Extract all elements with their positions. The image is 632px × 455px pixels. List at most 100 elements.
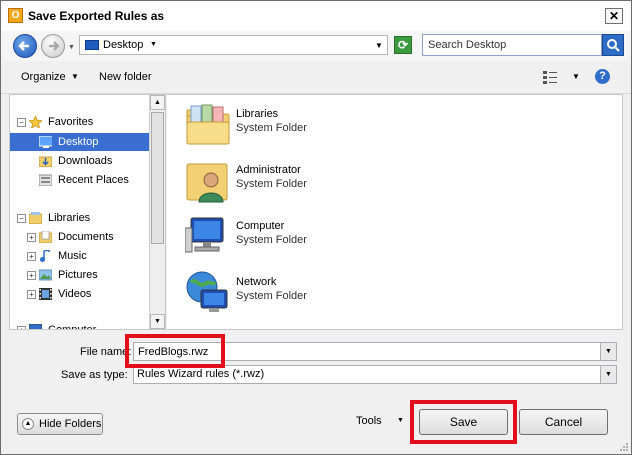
sidebar-item-label: Videos [58, 288, 92, 300]
file-name-label: File name: [80, 346, 132, 358]
save-type-dropdown-icon[interactable]: ▼ [600, 366, 616, 383]
sidebar-item-libraries[interactable]: − Libraries [10, 209, 150, 227]
sidebar-item-label: Recent Places [58, 174, 129, 186]
file-type: System Folder [236, 178, 307, 190]
file-item-libraries[interactable]: Libraries System Folder [185, 102, 385, 152]
desktop-icon [85, 40, 99, 50]
file-type: System Folder [236, 122, 307, 134]
collapse-icon[interactable]: − [17, 118, 26, 127]
expand-icon[interactable]: + [27, 290, 36, 299]
expand-icon[interactable]: + [27, 252, 36, 261]
sidebar-item-label: Libraries [48, 212, 91, 224]
file-name-input[interactable] [138, 345, 598, 359]
file-type: System Folder [236, 290, 307, 302]
scroll-down-icon[interactable]: ▼ [150, 314, 165, 329]
refresh-button[interactable]: ⟳ [394, 36, 412, 54]
hide-folders-button[interactable]: ▲ Hide Folders [17, 413, 103, 435]
back-button[interactable] [13, 34, 37, 58]
expand-icon[interactable]: + [27, 233, 36, 242]
sidebar-item-label: Documents [58, 231, 114, 243]
breadcrumb-arrow-icon[interactable]: ▼ [150, 41, 157, 48]
documents-icon [39, 231, 52, 243]
sidebar-item-recent-places[interactable]: Recent Places [10, 171, 150, 189]
navigation-scrollbar[interactable]: ▲ ▼ [149, 95, 165, 329]
file-item-network[interactable]: Network System Folder [185, 270, 385, 320]
user-folder-icon [186, 163, 228, 203]
save-type-value: Rules Wizard rules (*.rwz) [137, 368, 265, 380]
sidebar-item-videos[interactable]: + Videos [10, 285, 150, 303]
music-icon [40, 250, 50, 262]
star-icon [29, 116, 42, 128]
tools-button[interactable]: Tools [356, 415, 382, 427]
cancel-button[interactable]: Cancel [519, 409, 608, 435]
forward-arrow-icon [49, 41, 60, 51]
close-button[interactable]: ✕ [605, 8, 623, 24]
help-icon[interactable]: ? [595, 69, 610, 84]
pictures-icon [39, 269, 52, 281]
computer-icon [29, 324, 42, 329]
address-dropdown-icon[interactable]: ▼ [375, 41, 383, 50]
sidebar-item-label: Computer [48, 324, 97, 330]
history-dropdown-icon[interactable]: ▼ [68, 44, 75, 51]
organize-button[interactable]: Organize [21, 71, 66, 83]
expand-icon[interactable]: + [27, 271, 36, 280]
sidebar-item-favorites[interactable]: − Favorites [10, 113, 150, 131]
recent-places-icon [39, 174, 52, 186]
scroll-up-icon[interactable]: ▲ [150, 95, 165, 110]
sidebar-item-label: Downloads [58, 155, 113, 167]
file-item-administrator[interactable]: Administrator System Folder [185, 158, 385, 208]
title-bar: O Save Exported Rules as ✕ [1, 1, 631, 31]
network-icon [186, 271, 228, 312]
file-item-computer[interactable]: Computer System Folder [185, 214, 385, 264]
computer-icon [185, 217, 224, 253]
address-location[interactable]: Desktop [103, 39, 143, 51]
back-arrow-icon [18, 41, 29, 51]
sidebar-item-pictures[interactable]: + Pictures [10, 266, 150, 284]
save-dialog: O Save Exported Rules as ✕ ▼ Desktop ▼ ▼… [0, 0, 632, 455]
search-button[interactable] [602, 34, 624, 56]
views-dropdown-icon[interactable]: ▼ [572, 72, 580, 81]
forward-button[interactable] [41, 34, 65, 58]
sidebar-item-label: Favorites [48, 116, 94, 128]
sidebar-item-downloads[interactable]: Downloads [10, 152, 150, 170]
sidebar-item-label: Music [58, 250, 87, 262]
sidebar-item-documents[interactable]: + Documents [10, 228, 150, 246]
file-list-pane: Libraries System Folder Administrator Sy… [167, 94, 623, 330]
save-type-select[interactable]: Rules Wizard rules (*.rwz) ▼ [133, 365, 617, 384]
search-placeholder: Search Desktop [428, 39, 507, 51]
sidebar-item-music[interactable]: + Music [10, 247, 150, 265]
save-button[interactable]: Save [419, 409, 508, 435]
address-bar[interactable]: Desktop ▼ ▼ [79, 35, 388, 55]
search-input[interactable]: Search Desktop [422, 34, 602, 56]
file-type: System Folder [236, 234, 307, 246]
file-name: Libraries [236, 108, 279, 120]
desktop-icon [39, 136, 52, 148]
sidebar-item-desktop[interactable]: Desktop [10, 133, 150, 151]
sidebar-item-label: Pictures [58, 269, 98, 281]
hide-folders-label: Hide Folders [39, 418, 102, 430]
resize-grip-icon[interactable] [619, 442, 629, 452]
navigation-bar: ▼ Desktop ▼ ▼ ⟳ Search Desktop [1, 31, 631, 61]
save-type-label: Save as type: [61, 369, 128, 381]
file-name: Administrator [236, 164, 301, 176]
downloads-icon [39, 156, 52, 167]
file-name: Network [236, 276, 277, 288]
sidebar-item-computer[interactable]: + Computer [10, 321, 150, 330]
save-form: File name: ▼ Save as type: Rules Wizard … [1, 331, 631, 454]
scroll-thumb[interactable] [151, 112, 164, 244]
chevron-up-icon: ▲ [22, 418, 34, 430]
libraries-icon [29, 212, 42, 224]
views-icon[interactable] [543, 70, 557, 84]
expand-icon[interactable]: + [17, 326, 26, 329]
file-name: Computer [236, 220, 285, 232]
window-title: Save Exported Rules as [28, 9, 165, 23]
libraries-folder-icon [186, 104, 230, 145]
new-folder-button[interactable]: New folder [99, 71, 152, 83]
file-name-dropdown-icon[interactable]: ▼ [600, 343, 616, 360]
collapse-icon[interactable]: − [17, 214, 26, 223]
organize-dropdown-icon[interactable]: ▼ [71, 72, 79, 81]
videos-icon [39, 288, 52, 300]
sidebar-item-label: Desktop [58, 136, 99, 148]
tools-dropdown-icon[interactable]: ▼ [397, 417, 404, 424]
file-name-field[interactable]: ▼ [133, 342, 617, 361]
